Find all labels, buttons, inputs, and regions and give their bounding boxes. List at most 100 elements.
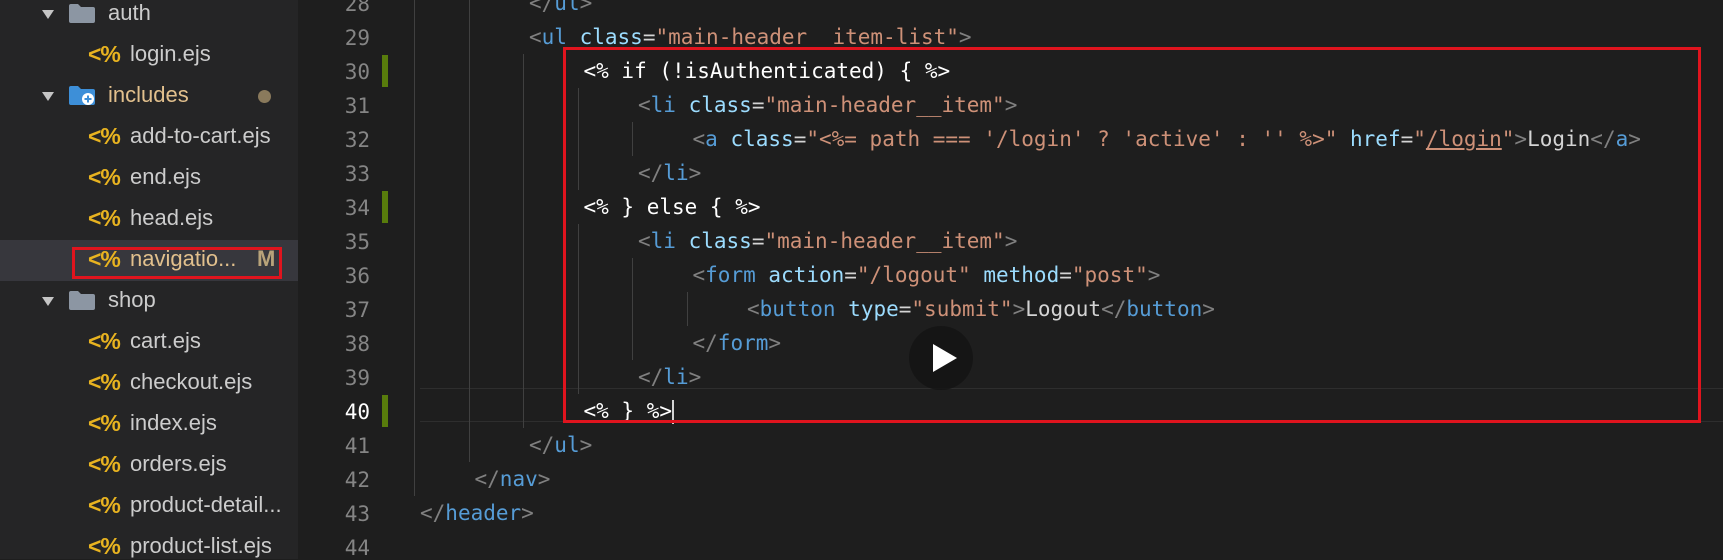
chevron-down-icon[interactable] <box>42 92 54 101</box>
line-number: 42 <box>344 468 370 492</box>
code-line[interactable]: <ul class="main-header__item-list"> <box>529 20 972 54</box>
indent-guide <box>414 0 415 496</box>
ejs-file-icon: <% <box>88 328 121 354</box>
file-row[interactable]: <% cart.ejs <box>0 322 298 363</box>
code-token: header <box>445 501 522 525</box>
code-token: Logout <box>1025 297 1102 321</box>
file-row[interactable]: <% head.ejs <box>0 199 298 240</box>
code-line[interactable]: </nav> <box>475 462 551 496</box>
file-row[interactable]: <% index.ejs <box>0 404 298 445</box>
file-explorer: auth <% login.ejs includes <% add-to-cart.ejs… <box>0 0 298 559</box>
indent-guide <box>577 224 579 394</box>
code-token: </ <box>529 433 555 457</box>
code-token: "/logout" <box>856 263 971 287</box>
file-label: login.ejs <box>130 41 211 66</box>
code-token: > <box>1514 127 1528 151</box>
code-line[interactable]: <% if (!isAuthenticated) { %> <box>584 54 951 88</box>
code-token: ul <box>541 25 567 49</box>
file-row[interactable]: <% orders.ejs <box>0 445 298 486</box>
line-number: 38 <box>344 332 370 356</box>
folder-row[interactable]: auth <box>0 0 298 35</box>
modified-dot-icon <box>258 90 271 103</box>
file-row[interactable]: <% end.ejs <box>0 158 298 199</box>
chevron-down-icon[interactable] <box>42 10 54 19</box>
code-token: <% } %> <box>583 399 673 423</box>
chevron-down-icon[interactable] <box>42 297 54 306</box>
code-token: " <box>1413 127 1426 151</box>
code-token: </ <box>638 365 664 389</box>
code-token: > <box>688 365 702 389</box>
code-token: > <box>1202 297 1215 321</box>
code-line[interactable]: <li class="main-header__item"> <box>638 224 1017 258</box>
code-line[interactable]: </ul> <box>529 0 592 20</box>
code-line[interactable]: </ul> <box>529 428 592 462</box>
file-label: orders.ejs <box>130 451 227 476</box>
code-token: > <box>688 161 702 185</box>
file-label: head.ejs <box>130 205 214 230</box>
file-row[interactable]: <% login.ejs <box>0 35 298 76</box>
code-token: > <box>579 0 593 15</box>
code-line[interactable]: <li class="main-header__item"> <box>638 88 1017 122</box>
file-row[interactable]: <% add-to-cart.ejs <box>0 117 298 158</box>
git-modified-marker <box>382 395 388 427</box>
folder-label: auth <box>108 0 151 25</box>
ejs-file-icon: <% <box>88 533 121 559</box>
file-label: product-list.ejs <box>130 533 272 558</box>
code-token: < <box>692 127 706 151</box>
code-token: "main-header__item" <box>764 93 1005 117</box>
line-number: 30 <box>344 60 370 84</box>
code-line[interactable]: </li> <box>638 360 701 394</box>
folder-icon <box>69 4 95 23</box>
code-line[interactable]: <form action="/logout" method="post"> <box>693 258 1161 292</box>
code-token: "post" <box>1071 263 1148 287</box>
ejs-file-icon: <% <box>88 123 121 149</box>
play-button[interactable] <box>909 326 973 390</box>
code-token: method <box>983 263 1060 287</box>
ejs-file-icon: <% <box>88 492 121 518</box>
line-number: 34 <box>344 196 370 220</box>
code-token: class <box>688 93 752 117</box>
code-token: "main-header__item" <box>764 229 1005 253</box>
file-row[interactable]: <% checkout.ejs <box>0 363 298 404</box>
line-number: 35 <box>344 230 370 254</box>
ejs-file-icon: <% <box>88 205 121 231</box>
code-line[interactable]: </header> <box>420 496 534 530</box>
indent-guide <box>632 258 633 360</box>
code-line[interactable]: <button type="submit">Logout</button> <box>747 292 1215 326</box>
code-line[interactable]: <% } else { %> <box>584 190 761 224</box>
code-token: > <box>1012 297 1026 321</box>
code-token: nav <box>499 467 538 491</box>
file-row[interactable]: <% product-list.ejs <box>0 527 298 559</box>
line-number: 32 <box>344 128 370 152</box>
code-token: > <box>1004 229 1018 253</box>
code-line[interactable]: </li> <box>638 156 701 190</box>
code-token: form <box>717 331 769 355</box>
code-token: li <box>650 229 676 253</box>
code-editor[interactable]: </ul> <ul class="main-header__item-list">… <box>414 0 1723 559</box>
code-token: href <box>1350 127 1401 151</box>
line-number: 29 <box>344 26 370 50</box>
code-token: li <box>663 161 689 185</box>
code-line[interactable]: <% } %> <box>584 394 675 428</box>
folder-label: includes <box>108 82 189 107</box>
code-token: class <box>730 127 794 151</box>
play-icon <box>933 344 957 372</box>
folder-row[interactable]: includes <box>0 76 298 117</box>
code-token: = <box>1400 127 1414 151</box>
folder-row[interactable]: shop <box>0 281 298 322</box>
code-token: </ <box>529 0 555 15</box>
code-token: "main-header__item-list" <box>655 25 959 49</box>
folder-icon <box>69 86 95 105</box>
code-line[interactable]: </form> <box>693 326 782 360</box>
file-label: add-to-cart.ejs <box>130 123 271 148</box>
code-token: = <box>642 25 656 49</box>
code-token: button <box>759 297 836 321</box>
file-row[interactable]: <% product-detail... <box>0 486 298 527</box>
code-token: </ <box>1590 127 1616 151</box>
file-row[interactable]: <% navigatio... M <box>0 240 298 281</box>
file-label: checkout.ejs <box>130 369 253 394</box>
code-line[interactable]: <a class="<%= path === '/login' ? 'activ… <box>693 122 1641 156</box>
